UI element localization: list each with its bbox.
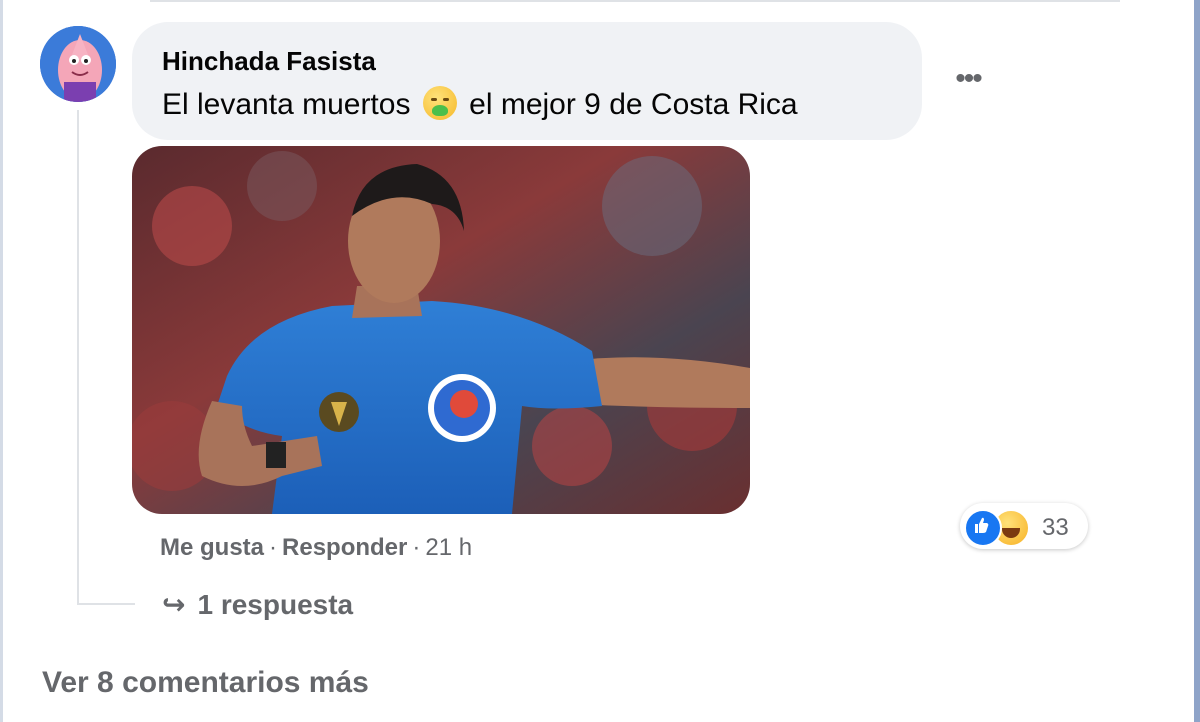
separator: · — [412, 534, 421, 561]
thread-line-branch — [77, 603, 135, 605]
reaction-count: 33 — [1042, 514, 1069, 541]
previous-comment-divider — [150, 0, 1120, 2]
comment-bubble — [132, 22, 922, 140]
replies-link[interactable]: ↪ 1 respuesta — [162, 588, 353, 621]
comment-photo[interactable] — [132, 146, 750, 514]
like-link[interactable]: Me gusta — [160, 534, 264, 561]
thumbs-up-icon — [975, 517, 989, 533]
replies-label: 1 respuesta — [197, 589, 354, 620]
avatar[interactable] — [40, 26, 116, 102]
window-border-left — [0, 0, 3, 722]
like-reaction-icon — [964, 509, 1002, 547]
comment-text: El levanta muertos el mejor 9 de Costa R… — [162, 86, 798, 122]
scrollbar[interactable] — [1194, 0, 1200, 722]
thread-line — [77, 110, 79, 605]
more-options-button[interactable]: ••• — [948, 64, 988, 100]
comment-author[interactable]: Hinchada Fasista — [162, 46, 376, 77]
referee-photo-image — [132, 146, 750, 514]
nauseated-face-emoji-icon — [422, 86, 457, 120]
reactions-summary[interactable]: 33 — [960, 503, 1088, 549]
timestamp[interactable]: 21 h — [425, 534, 472, 561]
separator: · — [269, 534, 278, 561]
comment-text-part-1: El levanta muertos — [162, 88, 411, 121]
reply-link[interactable]: Responder — [282, 534, 407, 561]
reply-arrow-icon: ↪ — [162, 589, 186, 620]
avatar-image — [40, 26, 116, 102]
comment-actions: Me gusta · Responder · 21 h — [160, 534, 472, 562]
view-more-comments-link[interactable]: Ver 8 comentarios más — [42, 666, 369, 700]
comment-text-part-2: el mejor 9 de Costa Rica — [469, 88, 798, 121]
